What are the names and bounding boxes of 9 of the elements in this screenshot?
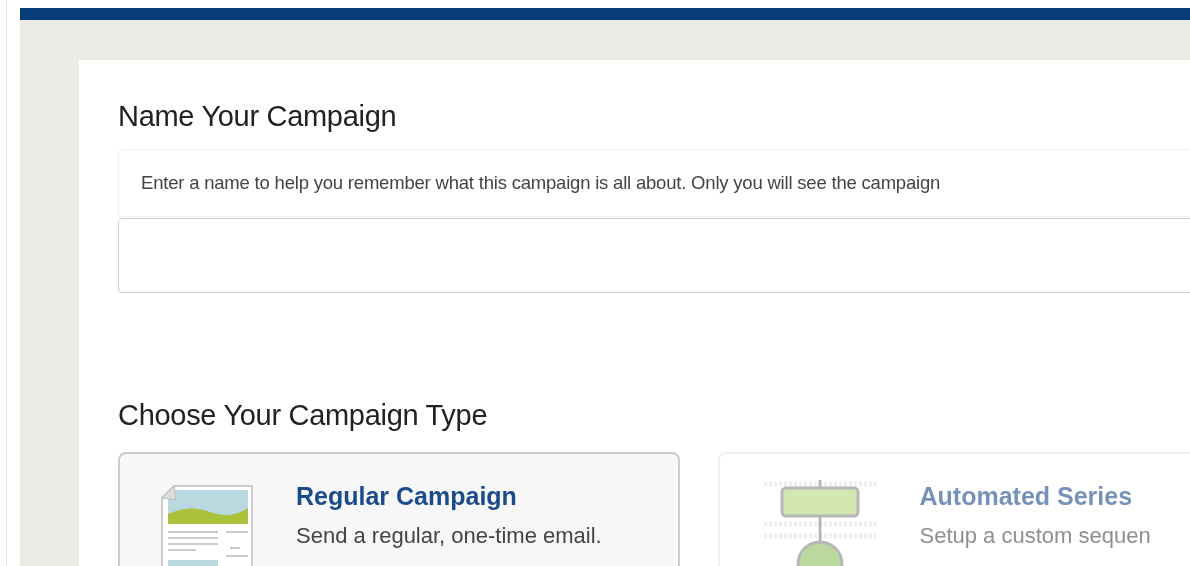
- option-title: Automated Series: [919, 482, 1134, 511]
- hint-text: Enter a name to help you remember what this campaign is all about. Only you will see the campaign: [141, 172, 941, 194]
- campaign-type-option[interactable]: Regular Campaign Send a regular, one-time email.: [118, 452, 680, 566]
- section-title: Choose Your Campaign Type: [118, 399, 489, 432]
- option-description: Send a regular, one-time email.: [296, 523, 602, 549]
- section-title: Name Your Campaign: [118, 100, 398, 133]
- campaign-name-field[interactable]: [118, 218, 1190, 293]
- option-description: Setup a custom sequen: [919, 523, 1151, 549]
- option-title: Regular Campaign: [296, 482, 518, 511]
